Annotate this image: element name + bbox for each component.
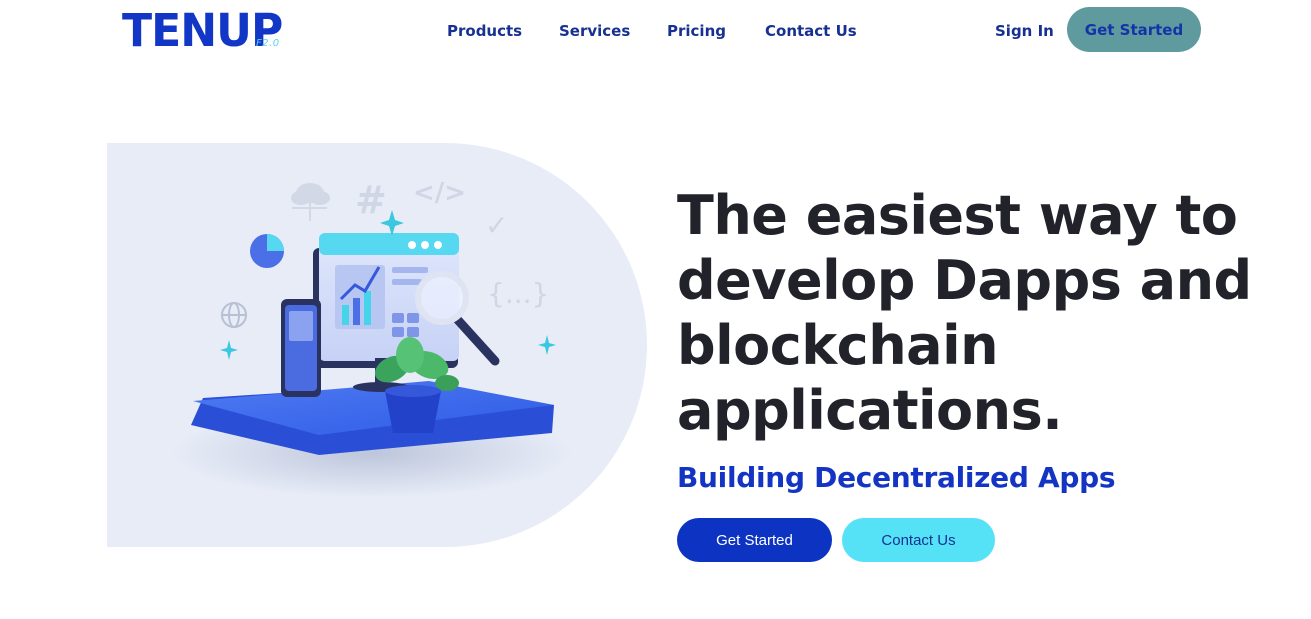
nav-link-products[interactable]: Products [447, 20, 522, 42]
hero-subheadline: Building Decentralized Apps [677, 461, 1116, 494]
nav-link-services[interactable]: Services [559, 20, 630, 42]
sign-in-link[interactable]: Sign In [995, 20, 1054, 42]
hero-contact-us-button[interactable]: Contact Us [842, 518, 995, 562]
globe-icon [221, 302, 247, 328]
code-tag-icon: </> [413, 178, 466, 208]
braces-icon: {...} [487, 277, 549, 310]
cloud-network-icon [291, 183, 330, 221]
nav-link-pricing[interactable]: Pricing [667, 20, 726, 42]
sparkle-icon [538, 335, 556, 355]
smartphone-icon [281, 299, 321, 397]
hero-get-started-button[interactable]: Get Started [677, 518, 832, 562]
hero-headline: The easiest way to develop Dapps and blo… [677, 184, 1252, 442]
nav-link-contact-us[interactable]: Contact Us [765, 20, 857, 42]
hash-icon: # [355, 178, 387, 222]
checkmark-icon: ✓ [485, 209, 508, 242]
header-get-started-button[interactable]: Get Started [1067, 7, 1201, 52]
pie-chart-icon [250, 234, 284, 268]
hero-illustration: # </> ✓ {...} [172, 178, 572, 498]
sparkle-icon [220, 340, 238, 360]
